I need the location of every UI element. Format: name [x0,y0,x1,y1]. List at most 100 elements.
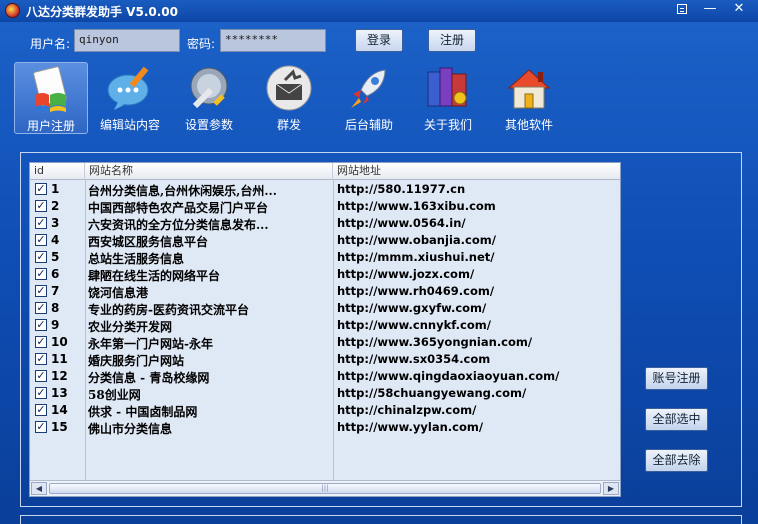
account-register-button[interactable]: 账号注册 [645,367,708,390]
table-row[interactable]: ✓ 14 供求 - 中国卤制品网 http://chinalzpw.com/ [30,402,620,419]
select-all-button[interactable]: 全部选中 [645,408,708,431]
deselect-all-button[interactable]: 全部去除 [645,449,708,472]
row-id: 12 [51,369,68,383]
row-checkbox[interactable]: ✓ [35,200,47,212]
row-checkbox[interactable]: ✓ [35,302,47,314]
column-header-name[interactable]: 网站名称 [85,163,333,180]
toolbar-user-register[interactable]: 用户注册 [14,62,88,134]
row-checkbox[interactable]: ✓ [35,268,47,280]
row-checkbox[interactable]: ✓ [35,251,47,263]
row-site-name: 台州分类信息,台州休闲娱乐,台州... [88,184,277,198]
row-site-url: http://www.qingdaoxiaoyuan.com/ [337,369,560,383]
row-site-name: 专业的药房-医药资讯交流平台 [88,303,249,317]
row-id: 13 [51,386,68,400]
table-row[interactable]: ✓ 3 六安资讯的全方位分类信息发布... http://www.0564.in/ [30,215,620,232]
title-bar: 八达分类群发助手 V5.0.00 — ✕ [0,0,758,22]
row-site-url: http://chinalzpw.com/ [337,403,477,417]
table-row[interactable]: ✓ 5 总站生活服务信息 http://mmm.xiushui.net/ [30,249,620,266]
row-id: 11 [51,352,68,366]
toolbar-send[interactable]: 群发 [252,62,326,134]
table-row[interactable]: ✓ 4 西安城区服务信息平台 http://www.obanjia.com/ [30,232,620,249]
row-site-url: http://www.gxyfw.com/ [337,301,487,315]
row-checkbox[interactable]: ✓ [35,183,47,195]
register-button[interactable]: 注册 [428,29,476,52]
table-row[interactable]: ✓ 1 台州分类信息,台州休闲娱乐,台州... http://580.11977.cn [30,181,620,198]
row-checkbox[interactable]: ✓ [35,353,47,365]
row-id: 2 [51,199,60,213]
close-button[interactable]: ✕ [727,0,751,18]
row-site-url: http://www.0564.in/ [337,216,466,230]
login-button[interactable]: 登录 [355,29,403,52]
app-logo-icon [5,3,20,18]
row-checkbox[interactable]: ✓ [35,217,47,229]
row-site-name: 肆陋在线生活的网络平台 [88,269,221,283]
password-label: 密码: [187,37,216,51]
row-site-name: 分类信息 - 青岛校缘网 [88,371,210,385]
row-checkbox[interactable]: ✓ [35,370,47,382]
toolbar-label: 其他软件 [504,118,553,132]
row-checkbox[interactable]: ✓ [35,319,47,331]
toolbar-label: 群发 [276,118,301,132]
table-row[interactable]: ✓ 12 分类信息 - 青岛校缘网 http://www.qingdaoxiaoyua… [30,368,620,385]
toolbar-other-software[interactable]: 其他软件 [492,62,566,134]
table-body: ✓ 1 台州分类信息,台州休闲娱乐,台州... http://580.11977.cn… [30,181,620,436]
table-row[interactable]: ✓ 2 中国西部特色农产品交易门户平台 http://www.163xibu.com [30,198,620,215]
row-site-url: http://www.yylan.com/ [337,420,484,434]
scroll-left-arrow[interactable]: ◀ [31,482,47,495]
toolbar-about[interactable]: 关于我们 [411,62,485,134]
toolbar-label: 用户注册 [26,119,75,133]
mail-send-icon [266,65,312,111]
username-input[interactable]: qinyon [74,29,180,52]
row-site-url: http://www.obanjia.com/ [337,233,496,247]
minimize-button[interactable]: — [701,0,719,18]
horizontal-scrollbar[interactable]: ◀ ||| ▶ [30,480,620,496]
menu-icon[interactable] [673,0,691,18]
row-site-name: 58创业网 [88,388,141,402]
toolbar-backend-assist[interactable]: 后台辅助 [332,62,406,134]
row-id: 7 [51,284,60,298]
home-icon [507,69,551,109]
column-header-url[interactable]: 网站地址 [333,163,620,180]
row-site-url: http://www.365yongnian.com/ [337,335,533,349]
row-site-name: 中国西部特色农产品交易门户平台 [88,201,269,215]
wrench-globe-icon [190,67,228,109]
row-id: 10 [51,335,68,349]
row-checkbox[interactable]: ✓ [35,404,47,416]
table-row[interactable]: ✓ 9 农业分类开发网 http://www.cnnykf.com/ [30,317,620,334]
row-site-name: 佛山市分类信息 [88,422,173,436]
column-header-id[interactable]: id [30,163,85,180]
row-checkbox[interactable]: ✓ [35,285,47,297]
status-panel [20,515,742,524]
toolbar-label: 设置参数 [184,118,233,132]
toolbar-settings[interactable]: 设置参数 [172,62,246,134]
table-row[interactable]: ✓ 11 婚庆服务门户网站 http://www.sx0354.com [30,351,620,368]
row-site-name: 饶河信息港 [88,286,149,300]
row-checkbox[interactable]: ✓ [35,421,47,433]
website-list[interactable]: id 网站名称 网站地址 ✓ 1 台州分类信息,台州休闲娱乐,台州... http:/… [29,162,621,497]
row-id: 5 [51,250,60,264]
row-checkbox[interactable]: ✓ [35,234,47,246]
toolbar-label: 后台辅助 [344,118,393,132]
row-id: 3 [51,216,60,230]
scroll-thumb[interactable]: ||| [49,483,601,494]
row-id: 1 [51,182,60,196]
row-id: 9 [51,318,60,332]
row-site-name: 西安城区服务信息平台 [88,235,209,249]
row-site-name: 供求 - 中国卤制品网 [88,405,198,419]
table-row[interactable]: ✓ 7 饶河信息港 http://www.rh0469.com/ [30,283,620,300]
table-row[interactable]: ✓ 10 永年第一门户网站-永年 http://www.365yongnian.com… [30,334,620,351]
toolbar-edit-content[interactable]: 编辑站内容 [93,62,167,134]
row-id: 15 [51,420,68,434]
scroll-right-arrow[interactable]: ▶ [603,482,619,495]
table-header: id 网站名称 网站地址 [30,163,620,180]
row-site-url: http://www.163xibu.com [337,199,496,213]
table-row[interactable]: ✓ 6 肆陋在线生活的网络平台 http://www.jozx.com/ [30,266,620,283]
row-checkbox[interactable]: ✓ [35,336,47,348]
table-row[interactable]: ✓ 13 58创业网 http://58chuangyewang.com/ [30,385,620,402]
table-row[interactable]: ✓ 15 佛山市分类信息 http://www.yylan.com/ [30,419,620,436]
row-site-url: http://www.sx0354.com [337,352,491,366]
row-checkbox[interactable]: ✓ [35,387,47,399]
password-input[interactable]: ******** [220,29,326,52]
table-row[interactable]: ✓ 8 专业的药房-医药资讯交流平台 http://www.gxyfw.com/ [30,300,620,317]
row-site-name: 永年第一门户网站-永年 [88,337,213,351]
